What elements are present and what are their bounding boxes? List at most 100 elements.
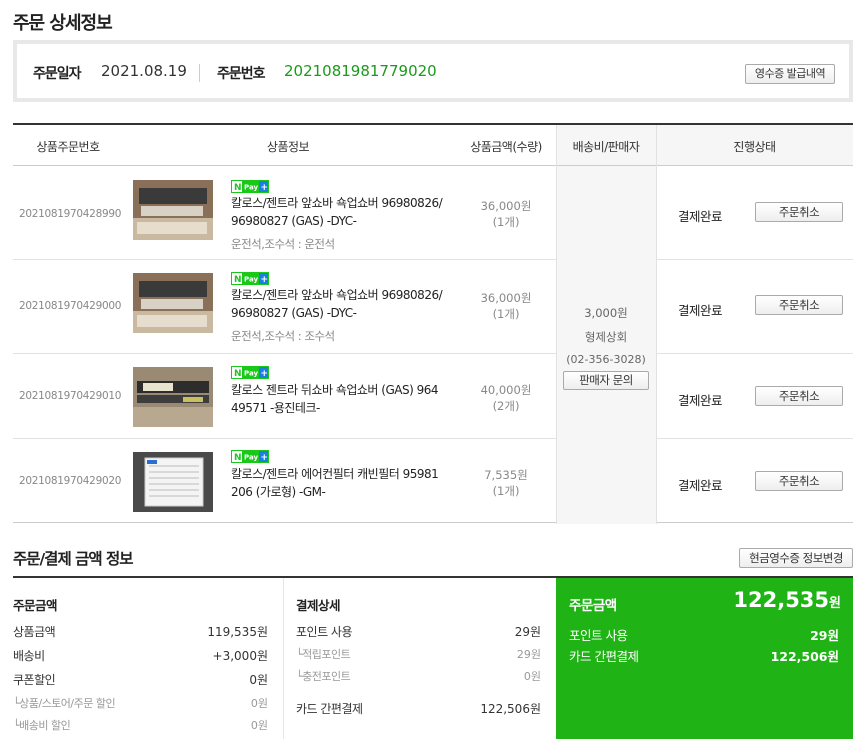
table-row: 2021081970429000 N Pay + 칼로스/젠트라 앞쇼바 쇽업쇼버 … — [13, 260, 853, 353]
product-name-line2[interactable]: 96980827 (GAS) -DYC- — [231, 304, 456, 322]
divider — [199, 64, 200, 82]
seller-name: 형제상회 — [584, 330, 628, 344]
status-text: 결제완료 — [678, 478, 723, 493]
table-row: 2021081970428990 N Pay + 칼로스/젠트라 앞쇼바 쇽업쇼버 … — [13, 166, 853, 259]
product-name-line2[interactable]: 96980827 (GAS) -DYC- — [231, 212, 456, 230]
column-divider — [283, 578, 284, 739]
total-point-label: 포인트 사용 — [569, 628, 628, 643]
product-thumbnail[interactable] — [133, 273, 213, 333]
total-card-value: 122,506원 — [770, 649, 839, 664]
quantity: (1개) — [492, 307, 520, 321]
store-discount-value: 0원 — [250, 697, 268, 710]
point-use-value: 29원 — [514, 625, 541, 639]
svg-text:+: + — [261, 453, 269, 463]
page-title: 주문 상세정보 — [13, 13, 113, 34]
charged-point-value: 0원 — [523, 670, 541, 683]
order-item-number: 2021081970429010 — [19, 390, 122, 402]
order-item-number: 2021081970428990 — [19, 208, 122, 220]
total-amount-value: 122,535 — [733, 588, 830, 612]
charged-point-label: └충전포인트 — [296, 670, 351, 683]
cancel-order-button[interactable]: 주문취소 — [755, 295, 843, 315]
total-summary-panel: 주문금액 122,535원 포인트 사용 29원 카드 간편결제 122,506… — [556, 578, 853, 739]
shipping-fee: 3,000원 — [584, 306, 628, 320]
product-amount-label: 상품금액 — [13, 625, 56, 639]
svg-text:Pay: Pay — [244, 276, 258, 284]
order-date: 2021.08.19 — [101, 62, 187, 80]
product-option: 운전석,조수석 : 운전석 — [231, 237, 335, 251]
product-name[interactable]: 칼로스/젠트라 앞쇼바 쇽업쇼버 96980826/96980827 (GAS)… — [231, 194, 456, 230]
cancel-order-button[interactable]: 주문취소 — [755, 386, 843, 406]
coupon-discount-label: 쿠폰할인 — [13, 673, 56, 687]
product-amount-value: 119,535원 — [207, 625, 268, 639]
price-qty: 40,000원 (2개) — [456, 382, 556, 414]
point-use-label: 포인트 사용 — [296, 625, 353, 639]
svg-text:+: + — [261, 369, 269, 379]
header-status: 진행상태 — [733, 140, 776, 154]
product-name-line1[interactable]: 칼로스/젠트라 에어컨필터 캐빈필터 95981 — [231, 465, 456, 483]
quantity: (2개) — [492, 399, 520, 413]
order-no-label: 주문번호 — [217, 66, 266, 82]
product-name-line2[interactable]: 49571 -용진테크- — [231, 399, 456, 417]
npay-plus-badge: N Pay + — [231, 366, 269, 379]
order-date-label: 주문일자 — [33, 66, 82, 82]
shipping-seller-info: 3,000원 형제상회 (02-356-3028) — [556, 305, 656, 366]
product-name[interactable]: 칼로스/젠트라 앞쇼바 쇽업쇼버 96980826/96980827 (GAS)… — [231, 286, 456, 322]
total-amount: 122,535원 — [726, 588, 841, 612]
receipt-history-button[interactable]: 영수증 발급내역 — [745, 64, 835, 84]
store-discount-label: └상품/스토어/주문 할인 — [13, 697, 116, 710]
svg-text:Pay: Pay — [244, 454, 258, 462]
shipping-discount-value: 0원 — [250, 719, 268, 732]
header-order-item-no: 상품주문번호 — [36, 140, 100, 154]
status-text: 결제완료 — [678, 209, 723, 224]
svg-text:N: N — [234, 369, 242, 379]
coupon-discount-value: 0원 — [249, 673, 268, 687]
quantity: (1개) — [492, 484, 520, 498]
status-text: 결제완료 — [678, 393, 723, 408]
npay-plus-badge: N Pay + — [231, 272, 269, 285]
product-thumbnail[interactable] — [133, 367, 213, 427]
svg-text:N: N — [234, 453, 242, 463]
payment-section-title: 주문/결제 금액 정보 — [13, 550, 134, 568]
cash-receipt-change-button[interactable]: 현금영수증 정보변경 — [739, 548, 853, 568]
svg-text:Pay: Pay — [244, 184, 258, 192]
product-option: 운전석,조수석 : 조수석 — [231, 329, 335, 343]
order-info-box: 주문일자 2021.08.19 주문번호 2021081981779020 영수… — [13, 40, 853, 102]
product-name[interactable]: 칼로스/젠트라 에어컨필터 캐빈필터 95981 206 (가로형) -GM- — [231, 465, 456, 501]
product-name-line1[interactable]: 칼로스/젠트라 앞쇼바 쇽업쇼버 96980826/ — [231, 286, 456, 304]
product-thumbnail[interactable] — [133, 452, 213, 512]
seller-inquiry-button[interactable]: 판매자 문의 — [563, 371, 649, 390]
order-item-number: 2021081970429020 — [19, 475, 122, 487]
price: 36,000원 — [480, 199, 532, 213]
order-number: 2021081981779020 — [284, 62, 437, 80]
order-items-table: 상품주문번호 상품정보 상품금액(수량) 배송비/판매자 진행상태 202108… — [13, 123, 853, 524]
cancel-order-button[interactable]: 주문취소 — [755, 471, 843, 491]
shipping-fee-value: +3,000원 — [212, 649, 268, 663]
product-thumbnail[interactable] — [133, 180, 213, 240]
cancel-order-button[interactable]: 주문취소 — [755, 202, 843, 222]
product-name-line1[interactable]: 칼로스/젠트라 앞쇼바 쇽업쇼버 96980826/ — [231, 194, 456, 212]
status-text: 결제완료 — [678, 303, 723, 318]
table-row: 2021081970429010 N Pay + 칼로스 젠트라 뒤쇼바 쇽업쇼버 … — [13, 354, 853, 438]
shipping-fee-label: 배송비 — [13, 649, 45, 663]
product-name-line2[interactable]: 206 (가로형) -GM- — [231, 483, 456, 501]
total-card-label: 카드 간편결제 — [569, 649, 639, 664]
svg-text:Pay: Pay — [244, 370, 258, 378]
price-qty: 36,000원 (1개) — [456, 198, 556, 230]
order-item-number: 2021081970429000 — [19, 300, 122, 312]
earned-point-value: 29원 — [516, 648, 541, 661]
seller-phone: (02-356-3028) — [566, 353, 646, 366]
payment-detail-title: 결제상세 — [296, 598, 341, 613]
payment-detail-column: 결제상세 포인트 사용 29원 └적립포인트 29원 └충전포인트 0원 카드 … — [296, 578, 546, 739]
svg-text:N: N — [234, 183, 242, 193]
card-payment-value: 122,506원 — [480, 702, 541, 716]
total-point-value: 29원 — [810, 628, 839, 643]
product-name-line1[interactable]: 칼로스 젠트라 뒤쇼바 쇽업쇼버 (GAS) 964 — [231, 381, 456, 399]
svg-text:N: N — [234, 275, 242, 285]
total-label: 주문금액 — [569, 598, 617, 614]
price: 40,000원 — [480, 383, 532, 397]
table-row: 2021081970429020 N Pay + 칼로스/젠트라 에어컨필터 캐빈필… — [13, 439, 853, 524]
product-name[interactable]: 칼로스 젠트라 뒤쇼바 쇽업쇼버 (GAS) 964 49571 -용진테크- — [231, 381, 456, 417]
price-qty: 36,000원 (1개) — [456, 290, 556, 322]
order-amount-title: 주문금액 — [13, 598, 58, 613]
total-amount-unit: 원 — [829, 596, 841, 611]
